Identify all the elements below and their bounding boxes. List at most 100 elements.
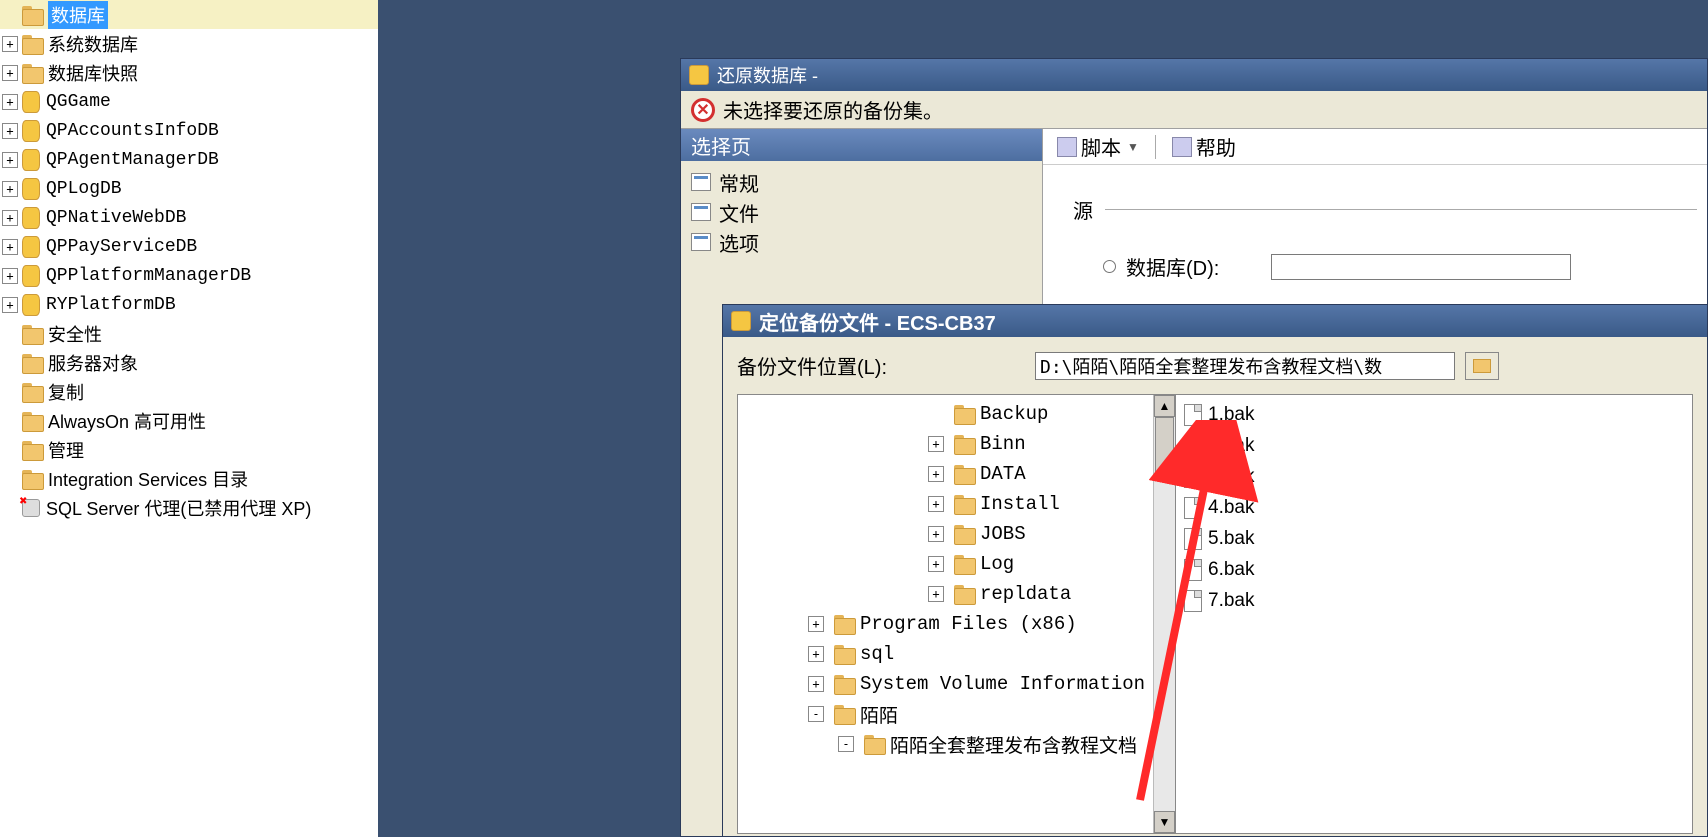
- restore-titlebar[interactable]: 还原数据库 -: [681, 59, 1707, 91]
- expand-toggle[interactable]: +: [2, 210, 18, 226]
- tree-item-label: QPPlatformManagerDB: [46, 266, 251, 286]
- tree-item[interactable]: 服务器对象: [0, 348, 378, 377]
- folder-tree-item[interactable]: +DATA: [738, 459, 1175, 489]
- folder-tree-item[interactable]: +sql: [738, 639, 1175, 669]
- expand-toggle[interactable]: +: [2, 268, 18, 284]
- expand-toggle[interactable]: +: [2, 297, 18, 313]
- folder-label: JOBS: [980, 523, 1026, 545]
- folder-icon: [22, 470, 42, 488]
- tree-item[interactable]: +系统数据库: [0, 29, 378, 58]
- tree-item[interactable]: + QPPlatformManagerDB: [0, 261, 378, 290]
- folder-tree-item[interactable]: + Log: [738, 549, 1175, 579]
- expand-toggle: [2, 413, 18, 429]
- script-button[interactable]: 脚本 ▼: [1051, 130, 1145, 163]
- page-item[interactable]: 选项: [681, 227, 1042, 257]
- folder-icon: [22, 383, 42, 401]
- tree-item[interactable]: +QGGame: [0, 87, 378, 116]
- file-item[interactable]: 4.bak: [1184, 492, 1684, 523]
- file-item[interactable]: 2.bak: [1184, 430, 1684, 461]
- expand-toggle[interactable]: +: [928, 436, 944, 452]
- page-icon: [691, 173, 711, 191]
- expand-toggle[interactable]: +: [928, 496, 944, 512]
- page-item[interactable]: 常规: [681, 167, 1042, 197]
- separator: [1155, 135, 1156, 159]
- tree-item[interactable]: 复制: [0, 377, 378, 406]
- expand-toggle: [2, 384, 18, 400]
- database-combo[interactable]: [1271, 254, 1571, 280]
- db-icon: [22, 236, 40, 258]
- tree-item[interactable]: +数据库快照: [0, 58, 378, 87]
- tree-item[interactable]: AlwaysOn 高可用性: [0, 406, 378, 435]
- page-item[interactable]: 文件: [681, 197, 1042, 227]
- expand-toggle[interactable]: +: [928, 556, 944, 572]
- folder-tree-item[interactable]: +System Volume Information: [738, 669, 1175, 699]
- chevron-down-icon: ▼: [1127, 140, 1139, 154]
- locate-titlebar[interactable]: 定位备份文件 - ECS-CB37: [723, 305, 1707, 337]
- help-icon: [1172, 137, 1192, 157]
- tree-item[interactable]: +QPLogDB: [0, 174, 378, 203]
- folder-tree-item[interactable]: -陌陌: [738, 699, 1175, 729]
- folder-tree-item[interactable]: -陌陌全套整理发布含教程文档: [738, 729, 1175, 759]
- file-item[interactable]: 6.bak: [1184, 554, 1684, 585]
- folder-icon: [954, 435, 974, 453]
- folder-tree-item[interactable]: +Program Files (x86): [738, 609, 1175, 639]
- vertical-scrollbar[interactable]: ▲ ▼: [1153, 395, 1175, 833]
- tree-item[interactable]: SQL Server 代理(已禁用代理 XP): [0, 493, 378, 522]
- file-item[interactable]: 1.bak: [1184, 399, 1684, 430]
- expand-toggle[interactable]: +: [2, 239, 18, 255]
- tree-item[interactable]: 安全性: [0, 319, 378, 348]
- folder-icon: [954, 525, 974, 543]
- expand-toggle[interactable]: +: [2, 152, 18, 168]
- folder-tree-item[interactable]: +Binn: [738, 429, 1175, 459]
- expand-toggle[interactable]: +: [808, 676, 824, 692]
- tree-item[interactable]: Integration Services 目录: [0, 464, 378, 493]
- folder-icon: [834, 615, 854, 633]
- tree-item[interactable]: 管理: [0, 435, 378, 464]
- folder-tree-item[interactable]: + repldata: [738, 579, 1175, 609]
- expand-toggle[interactable]: +: [928, 526, 944, 542]
- scroll-down-arrow[interactable]: ▼: [1154, 811, 1175, 833]
- expand-toggle[interactable]: +: [808, 616, 824, 632]
- file-icon: [1184, 559, 1202, 581]
- tree-item[interactable]: +QPAccountsInfoDB: [0, 116, 378, 145]
- expand-toggle[interactable]: -: [808, 706, 824, 722]
- expand-toggle[interactable]: +: [928, 586, 944, 602]
- tree-root[interactable]: 数据库: [0, 0, 378, 29]
- file-item[interactable]: 3.bak: [1184, 461, 1684, 492]
- expand-toggle[interactable]: +: [2, 181, 18, 197]
- tree-root-label: 数据库: [48, 1, 108, 29]
- file-item[interactable]: 5.bak: [1184, 523, 1684, 554]
- file-icon: [1184, 528, 1202, 550]
- database-radio[interactable]: [1103, 260, 1116, 273]
- tree-item-label: 服务器对象: [48, 350, 138, 376]
- object-explorer-tree: 数据库 +系统数据库+数据库快照+QGGame+QPAccountsInfoDB…: [0, 0, 378, 837]
- tree-item-label: 管理: [48, 437, 84, 463]
- help-button[interactable]: 帮助: [1166, 130, 1242, 163]
- expand-toggle[interactable]: -: [838, 736, 854, 752]
- expand-toggle[interactable]: +: [2, 36, 18, 52]
- path-input[interactable]: [1035, 352, 1455, 380]
- folder-tree-item[interactable]: + JOBS: [738, 519, 1175, 549]
- scroll-up-arrow[interactable]: ▲: [1154, 395, 1175, 417]
- tree-item-label: QPNativeWebDB: [46, 208, 186, 228]
- expand-toggle[interactable]: +: [928, 466, 944, 482]
- folder-label: Log: [980, 553, 1014, 575]
- folder-label: repldata: [980, 583, 1071, 605]
- tree-item[interactable]: +QPPayServiceDB: [0, 232, 378, 261]
- folder-tree-item[interactable]: +Install: [738, 489, 1175, 519]
- tree-item[interactable]: +QPAgentManagerDB: [0, 145, 378, 174]
- browse-button[interactable]: [1465, 352, 1499, 380]
- expand-toggle[interactable]: +: [2, 123, 18, 139]
- tree-item[interactable]: +RYPlatformDB: [0, 290, 378, 319]
- tree-item-label: Integration Services 目录: [48, 466, 248, 492]
- db-icon: [22, 265, 40, 287]
- scroll-thumb[interactable]: [1155, 417, 1174, 477]
- tree-item[interactable]: + QPNativeWebDB: [0, 203, 378, 232]
- expand-toggle[interactable]: +: [2, 65, 18, 81]
- folder-icon: [834, 705, 854, 723]
- expand-toggle[interactable]: +: [808, 646, 824, 662]
- expand-toggle[interactable]: +: [2, 94, 18, 110]
- folder-tree-item[interactable]: Backup: [738, 399, 1175, 429]
- page-item-label: 文件: [719, 198, 759, 227]
- file-item[interactable]: 7.bak: [1184, 585, 1684, 616]
